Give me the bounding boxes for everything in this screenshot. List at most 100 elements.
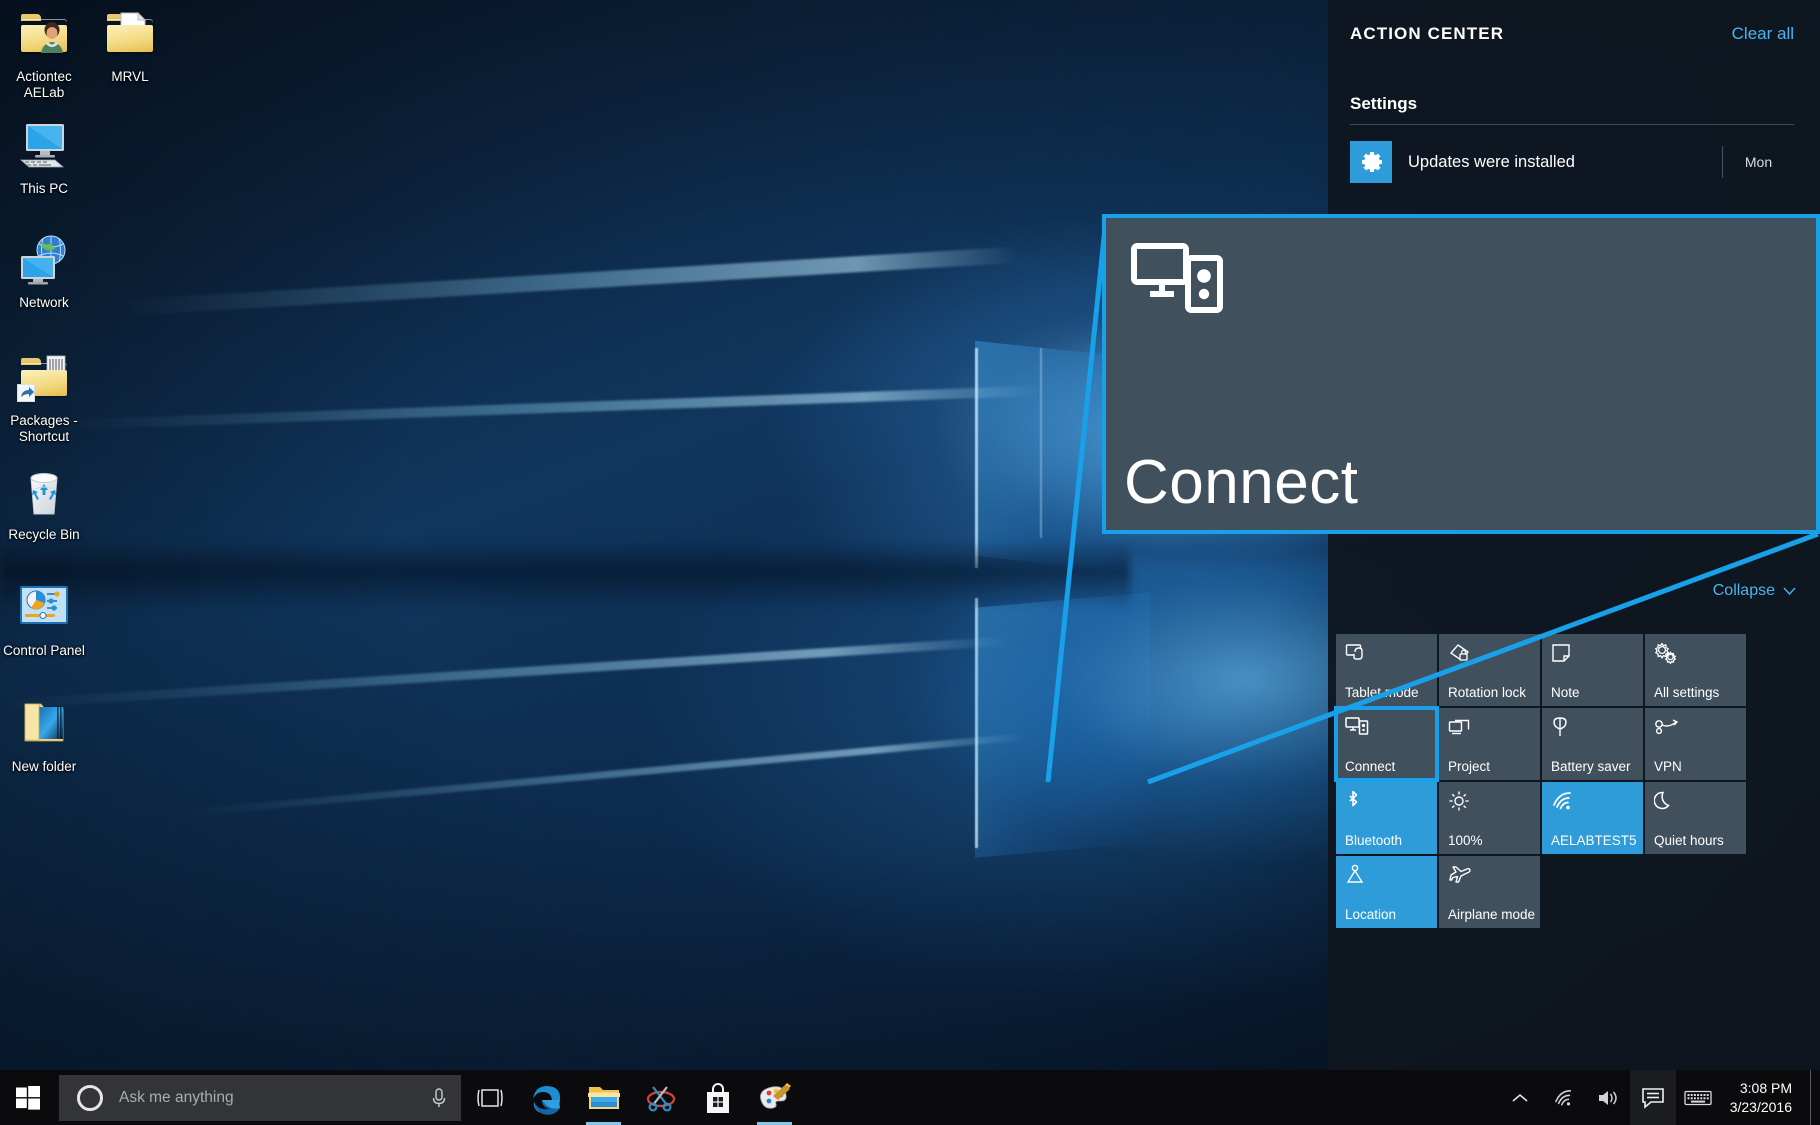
battery-saver-icon (1551, 715, 1577, 739)
recycle-bin-icon (13, 466, 75, 522)
quick-action-all-settings[interactable]: All settings (1645, 634, 1746, 706)
quick-action-airplane-mode[interactable]: Airplane mode (1439, 856, 1540, 928)
quick-action-label: Rotation lock (1448, 685, 1527, 700)
desktop-icon-label: New folder (11, 759, 77, 774)
store-icon (706, 1082, 729, 1113)
quick-action-label: Location (1345, 907, 1397, 922)
connect-icon (1130, 238, 1234, 331)
quick-action-label: Project (1448, 759, 1491, 774)
quick-action-brightness[interactable]: 100% (1439, 782, 1540, 854)
desktop-icon-label: Network (19, 295, 69, 310)
volume-tray-button[interactable] (1586, 1070, 1630, 1125)
network-tray-button[interactable] (1542, 1070, 1586, 1125)
wifi-icon (1551, 789, 1577, 813)
brightness-icon (1448, 789, 1474, 813)
file-explorer-icon (587, 1086, 620, 1109)
moon-icon (1654, 789, 1680, 813)
notification-item[interactable]: Updates were installed Mon (1350, 131, 1794, 195)
network-icon (13, 234, 75, 290)
folder-user-icon (13, 8, 75, 64)
this-pc-icon (13, 120, 75, 176)
desktop-icon-label: Recycle Bin (8, 527, 80, 542)
quick-action-vpn[interactable]: VPN (1645, 708, 1746, 780)
desktop-icon-mrvl[interactable]: MRVL (86, 8, 174, 85)
task-view-button[interactable] (461, 1070, 518, 1125)
quick-action-label: Tablet mode (1345, 685, 1419, 700)
quick-action-tablet-mode[interactable]: Tablet mode (1336, 634, 1437, 706)
quick-action-note[interactable]: Note (1542, 634, 1643, 706)
quick-action-label: Bluetooth (1345, 833, 1403, 848)
snipping-tool-button[interactable] (632, 1070, 689, 1125)
taskbar: Ask me anything 3:08 PM 3/23/2016 (0, 1070, 1820, 1125)
desktop-icon-label: Packages - Shortcut (10, 413, 78, 444)
desktop-icon-label: Control Panel (3, 643, 85, 658)
speaker-icon (1598, 1090, 1617, 1105)
desktop-icon-recycle-bin[interactable]: Recycle Bin (0, 466, 88, 543)
desktop-icon-actiontec-aelab[interactable]: Actiontec AELab (0, 8, 88, 101)
quick-action-label: Quiet hours (1654, 833, 1724, 848)
windows-logo-icon (15, 1085, 40, 1110)
bluetooth-icon (1345, 789, 1371, 813)
quick-action-label: Battery saver (1551, 759, 1631, 774)
edge-icon (532, 1085, 560, 1115)
collapse-label: Collapse (1712, 582, 1775, 599)
quick-action-quiet-hours[interactable]: Quiet hours (1645, 782, 1746, 854)
quick-action-location[interactable]: Location (1336, 856, 1437, 928)
paint-button[interactable] (746, 1070, 803, 1125)
connect-magnified-callout: Connect (1102, 214, 1820, 534)
quick-action-empty-slot (1645, 856, 1746, 928)
touch-keyboard-button[interactable] (1676, 1070, 1720, 1125)
quick-action-bluetooth[interactable]: Bluetooth (1336, 782, 1437, 854)
quick-action-rotation-lock[interactable]: Rotation lock (1439, 634, 1540, 706)
folder-shortcut-icon (13, 352, 75, 408)
desktop-icon-control-panel[interactable]: Control Panel (0, 582, 88, 659)
collapse-button[interactable]: Collapse (1713, 582, 1796, 600)
desktop-icon-network[interactable]: Network (0, 234, 88, 311)
microphone-icon[interactable] (431, 1087, 447, 1109)
clock-date: 3/23/2016 (1729, 1098, 1792, 1115)
desktop-icon-new-folder[interactable]: New folder (0, 698, 88, 775)
quick-action-wifi[interactable]: AELABTEST5 (1542, 782, 1643, 854)
system-tray: 3:08 PM 3/23/2016 (1498, 1070, 1820, 1125)
microsoft-store-button[interactable] (689, 1070, 746, 1125)
snipping-tool-icon (646, 1085, 675, 1112)
cortana-circle-icon (77, 1084, 103, 1111)
clear-all-button[interactable]: Clear all (1732, 24, 1794, 44)
quick-action-battery-saver[interactable]: Battery saver (1542, 708, 1643, 780)
keyboard-icon (1684, 1090, 1712, 1105)
quick-action-label: Connect (1345, 759, 1396, 774)
connect-icon (1345, 715, 1371, 739)
search-placeholder: Ask me anything (119, 1088, 234, 1106)
action-center-header: ACTION CENTER Clear all (1328, 0, 1820, 44)
folder-open-icon (13, 698, 75, 754)
quick-action-empty-slot (1542, 856, 1643, 928)
clock[interactable]: 3:08 PM 3/23/2016 (1720, 1079, 1810, 1117)
start-button[interactable] (0, 1070, 55, 1125)
action-center-tray-button[interactable] (1629, 1070, 1676, 1125)
control-panel-icon (13, 582, 75, 638)
desktop-icon-this-pc[interactable]: This PC (0, 120, 88, 197)
quick-action-project[interactable]: Project (1439, 708, 1540, 780)
airplane-icon (1448, 863, 1474, 887)
chevron-down-icon (1783, 587, 1796, 595)
tablet-mode-icon (1345, 641, 1371, 665)
show-hidden-icons-button[interactable] (1498, 1070, 1542, 1125)
quick-action-connect[interactable]: Connect (1334, 706, 1439, 782)
search-input[interactable]: Ask me anything (59, 1074, 461, 1121)
quick-action-label: Note (1551, 685, 1580, 700)
show-desktop-button[interactable] (1810, 1070, 1820, 1125)
task-view-icon (476, 1088, 503, 1107)
wifi-icon (1554, 1089, 1571, 1106)
chevron-up-icon (1512, 1093, 1528, 1102)
file-explorer-button[interactable] (575, 1070, 632, 1125)
paint-icon (759, 1082, 791, 1109)
desktop-icon-packages-shortcut[interactable]: Packages - Shortcut (0, 352, 88, 445)
vpn-icon (1654, 715, 1680, 739)
quick-action-label: VPN (1654, 759, 1682, 774)
action-center-icon (1641, 1087, 1664, 1109)
desktop-icon-label: MRVL (111, 69, 149, 84)
edge-button[interactable] (518, 1070, 575, 1125)
note-icon (1551, 641, 1577, 665)
quick-actions-grid: Tablet mode Rotation lock Note All setti… (1334, 634, 1748, 928)
gear-icon (1350, 141, 1392, 183)
